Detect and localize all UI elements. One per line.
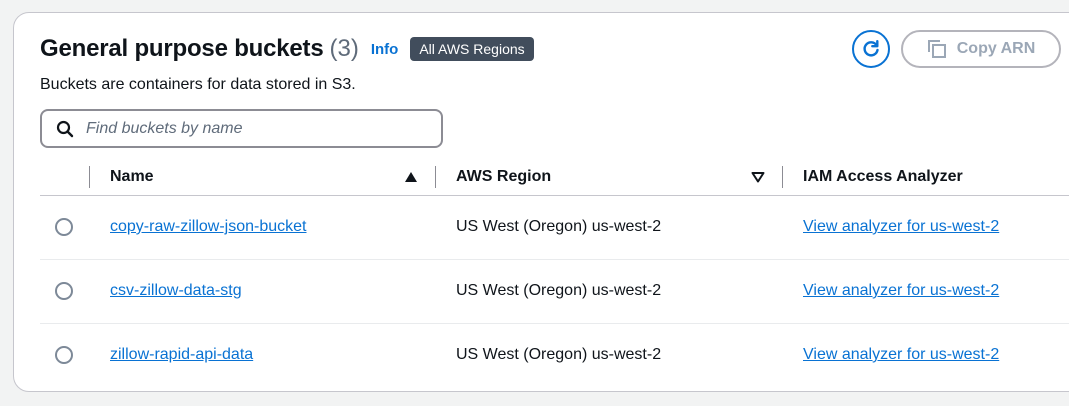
table-row[interactable]: csv-zillow-data-stg US West (Oregon) us-… <box>40 260 1069 324</box>
bucket-region: US West (Oregon) us-west-2 <box>456 218 662 235</box>
copy-icon <box>927 40 946 58</box>
panel-header: General purpose buckets (3) Info All AWS… <box>40 35 534 63</box>
analyzer-link[interactable]: View analyzer for us-west-2 <box>803 218 999 236</box>
analyzer-link[interactable]: View analyzer for us-west-2 <box>803 346 999 364</box>
bucket-count: (3) <box>329 35 359 62</box>
column-divider <box>89 166 90 188</box>
refresh-button[interactable] <box>852 30 890 68</box>
region-badge: All AWS Regions <box>410 37 534 61</box>
refresh-icon <box>863 40 879 57</box>
column-divider[interactable] <box>782 166 783 188</box>
bucket-name-link[interactable]: zillow-rapid-api-data <box>110 346 253 364</box>
copy-arn-label: Copy ARN <box>956 40 1036 57</box>
bucket-name-link[interactable]: csv-zillow-data-stg <box>110 282 242 300</box>
page-title: General purpose buckets <box>40 35 324 62</box>
search-box <box>40 109 443 148</box>
column-divider[interactable] <box>435 166 436 188</box>
sort-ascending-icon[interactable] <box>404 170 418 188</box>
panel-description: Buckets are containers for data stored i… <box>40 76 356 93</box>
analyzer-link[interactable]: View analyzer for us-west-2 <box>803 282 999 300</box>
column-header-analyzer[interactable]: IAM Access Analyzer <box>803 168 963 186</box>
table-row[interactable]: copy-raw-zillow-json-bucket US West (Ore… <box>40 196 1069 260</box>
table-header: Name AWS Region IAM Access Analyzer <box>40 161 1069 196</box>
row-radio[interactable] <box>55 218 73 236</box>
bucket-name-link[interactable]: copy-raw-zillow-json-bucket <box>110 218 307 236</box>
row-radio[interactable] <box>55 282 73 300</box>
bucket-region: US West (Oregon) us-west-2 <box>456 282 662 299</box>
buckets-table: Name AWS Region IAM Access Analyzer copy… <box>40 161 1069 387</box>
buckets-panel: General purpose buckets (3) Info All AWS… <box>13 12 1069 392</box>
row-radio[interactable] <box>55 346 73 364</box>
sort-descending-icon[interactable] <box>751 170 765 188</box>
column-header-name[interactable]: Name <box>110 168 154 186</box>
column-header-region[interactable]: AWS Region <box>456 168 551 186</box>
info-link[interactable]: Info <box>371 41 399 58</box>
copy-arn-button[interactable]: Copy ARN <box>901 30 1061 68</box>
search-icon <box>56 120 74 138</box>
table-row[interactable]: zillow-rapid-api-data US West (Oregon) u… <box>40 324 1069 387</box>
bucket-region: US West (Oregon) us-west-2 <box>456 346 662 363</box>
search-input[interactable] <box>84 118 408 139</box>
